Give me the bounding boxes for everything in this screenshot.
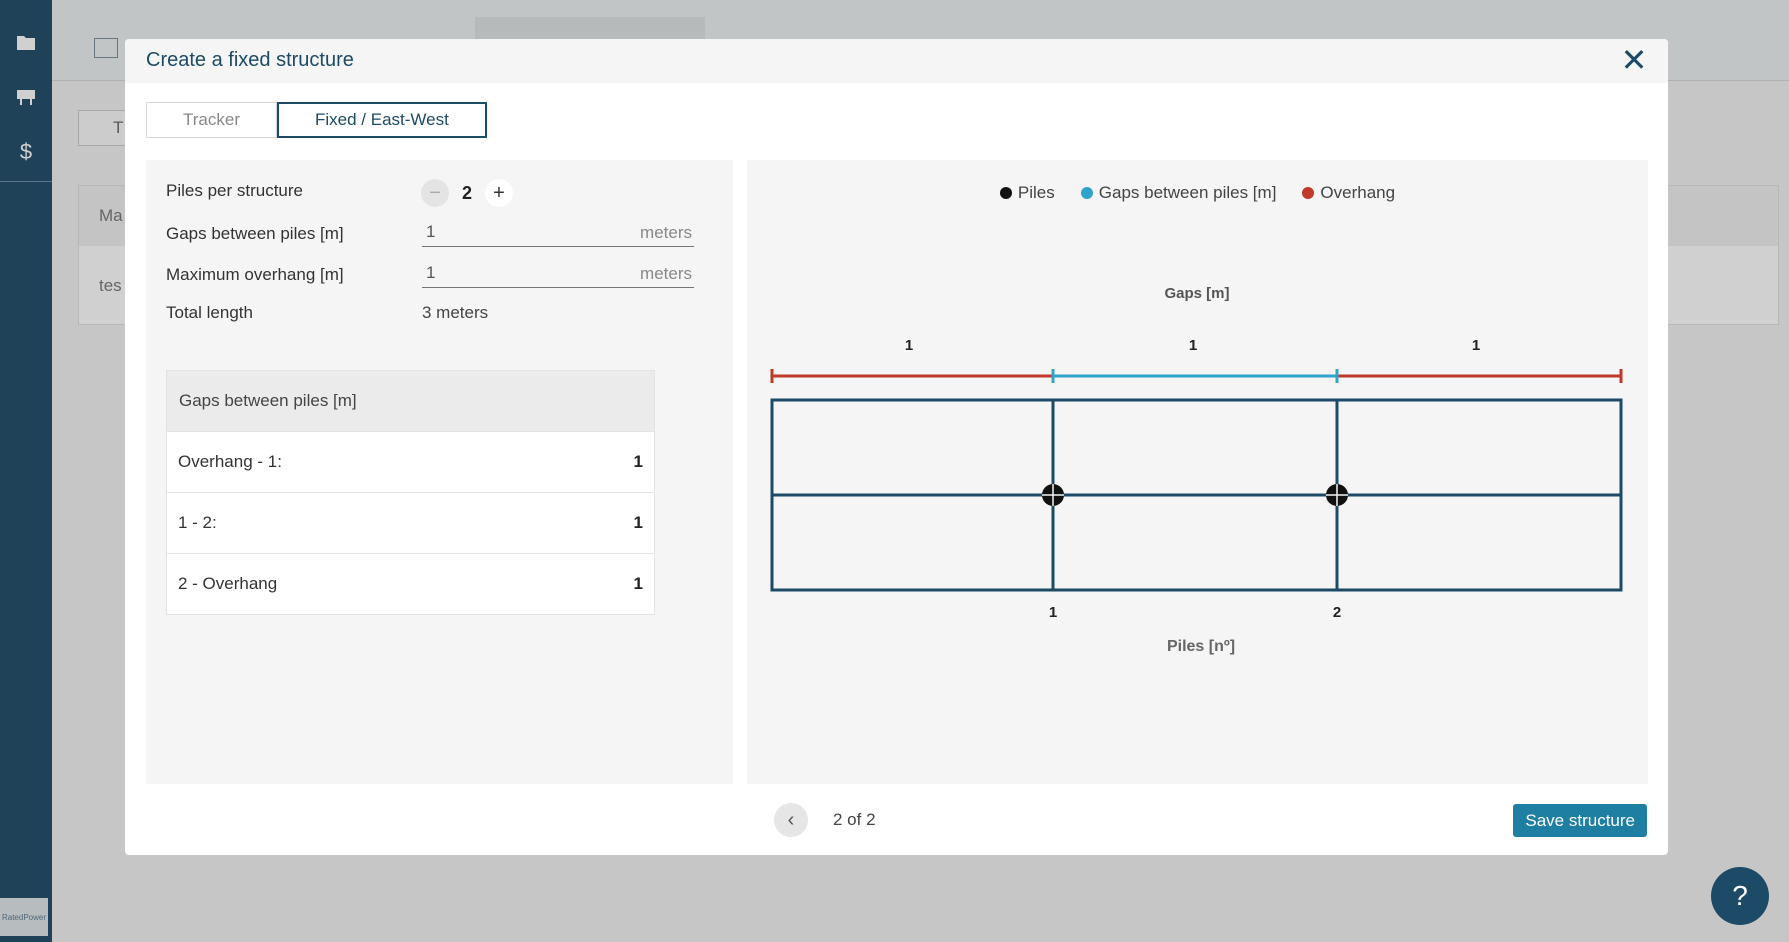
piles-stepper: − 2 + (421, 179, 513, 207)
tab-fixed-east-west[interactable]: Fixed / East-West (277, 102, 487, 138)
page-indicator: 2 of 2 (833, 810, 876, 829)
overhang-field: meters (422, 261, 694, 288)
tab-tracker[interactable]: Tracker (146, 102, 277, 138)
piles-per-structure-label: Piles per structure (166, 181, 303, 200)
structure-diagram-panel: Piles Gaps between piles [m] Overhang Ga… (747, 160, 1648, 784)
previous-page-button[interactable]: ‹ (774, 803, 808, 837)
gaps-table-header: Gaps between piles [m] (167, 371, 654, 431)
modal-header: Create a fixed structure ✕ (125, 39, 1668, 83)
piles-value: 2 (461, 182, 472, 203)
row-label: 1 - 2: (178, 513, 217, 532)
save-structure-button[interactable]: Save structure (1513, 804, 1647, 837)
pile-label: 1 (1049, 604, 1057, 621)
total-length-value: 3 meters (422, 303, 489, 322)
gaps-table: Gaps between piles [m] Overhang - 1: 1 1… (166, 370, 655, 615)
help-button[interactable]: ? (1711, 867, 1769, 925)
gaps-axis-title: Gaps [m] (1164, 285, 1229, 302)
create-structure-modal: Create a fixed structure ✕ Tracker Fixed… (125, 39, 1668, 855)
row-label: Overhang - 1: (178, 452, 282, 471)
structure-diagram: Gaps [m] 1 1 1 1 2 Piles [nº] (770, 285, 1623, 655)
segment-label: 1 (1189, 337, 1197, 354)
decrement-button[interactable]: − (421, 179, 449, 207)
segment-label: 1 (1472, 337, 1480, 354)
row-value: 1 (633, 574, 643, 593)
gaps-field: meters (422, 220, 694, 247)
total-length-label: Total length (166, 303, 253, 322)
segment-label: 1 (905, 337, 913, 354)
pile-label: 2 (1333, 604, 1341, 621)
structure-type-tabs: Tracker Fixed / East-West (146, 102, 487, 138)
pagination: ‹ 2 of 2 (774, 803, 876, 837)
piles-axis-title: Piles [nº] (1167, 638, 1235, 655)
close-icon[interactable]: ✕ (1618, 44, 1650, 77)
row-value: 1 (633, 452, 643, 471)
modal-title: Create a fixed structure (146, 49, 354, 71)
row-label: 2 - Overhang (178, 574, 278, 593)
structure-settings-panel: Piles per structure − 2 + Gaps between p… (146, 160, 733, 784)
table-row: Overhang - 1: 1 (167, 431, 654, 492)
overhang-label: Maximum overhang [m] (166, 265, 344, 284)
table-row: 2 - Overhang 1 (167, 553, 654, 614)
gaps-input[interactable] (422, 220, 580, 244)
gaps-label: Gaps between piles [m] (166, 224, 344, 243)
row-value: 1 (633, 513, 643, 532)
overhang-unit: meters (640, 264, 692, 283)
increment-button[interactable]: + (485, 179, 513, 207)
overhang-input[interactable] (422, 261, 580, 285)
gaps-unit: meters (640, 223, 692, 242)
table-row: 1 - 2: 1 (167, 492, 654, 553)
